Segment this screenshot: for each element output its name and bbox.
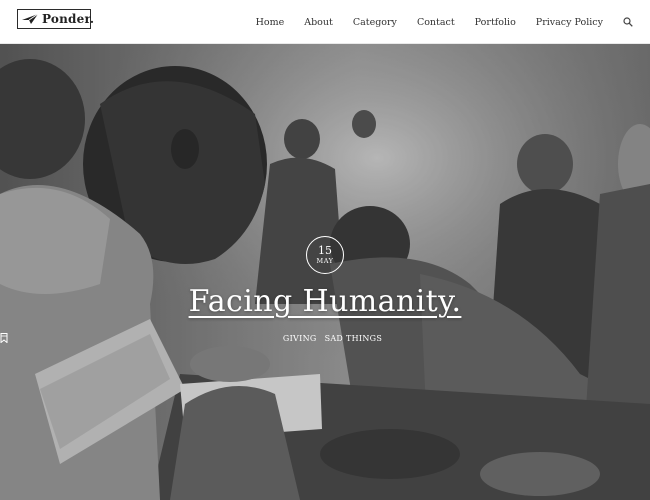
featured-post-hero[interactable]: 15 MAY Facing Humanity. GIVING SAD THING… (0, 44, 650, 500)
post-categories: GIVING SAD THINGS (0, 333, 650, 343)
paper-plane-icon (21, 12, 39, 26)
post-date-badge: 15 MAY (306, 236, 344, 274)
nav-home[interactable]: Home (256, 17, 285, 28)
search-icon[interactable] (622, 17, 633, 28)
post-date-month: MAY (316, 256, 334, 265)
category-link-giving[interactable]: GIVING (283, 334, 317, 343)
post-date-day: 15 (318, 243, 332, 257)
nav-category[interactable]: Category (353, 17, 397, 28)
nav-contact[interactable]: Contact (417, 17, 455, 28)
nav-about[interactable]: About (304, 17, 333, 28)
nav-portfolio[interactable]: Portfolio (475, 17, 516, 28)
bookmark-icon (0, 333, 277, 343)
logo-text: Ponder. (42, 12, 95, 26)
site-logo[interactable]: Ponder. (17, 9, 95, 29)
main-nav: Home About Category Contact Portfolio Pr… (236, 0, 633, 44)
site-header: Ponder. Home About Category Contact Port… (0, 0, 650, 44)
category-link-sad-things[interactable]: SAD THINGS (325, 334, 383, 343)
post-title-link[interactable]: Facing Humanity. (0, 284, 650, 319)
nav-privacy-policy[interactable]: Privacy Policy (536, 17, 603, 28)
